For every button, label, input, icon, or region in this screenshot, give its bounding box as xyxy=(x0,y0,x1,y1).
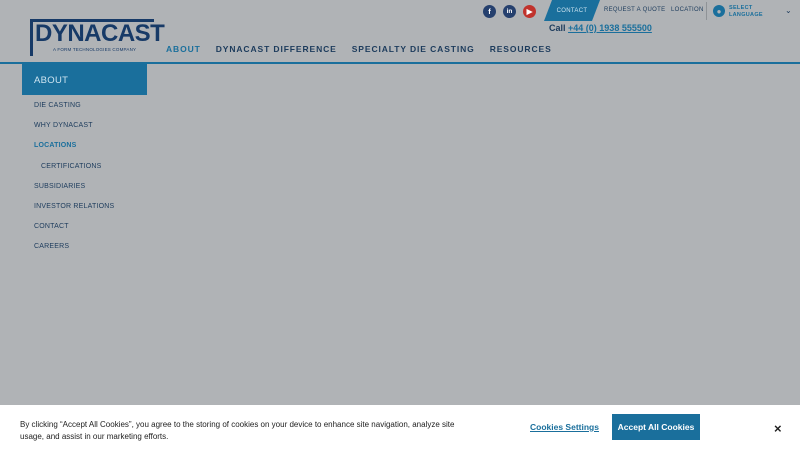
language-label: SELECT LANGUAGE xyxy=(729,5,763,18)
sidebar-item-locations[interactable]: LOCATIONS xyxy=(34,142,77,149)
nav-resources[interactable]: RESOURCES xyxy=(490,44,552,54)
dynacast-logo[interactable]: DYNACAST A FORM TECHNOLOGIES COMPANY xyxy=(30,19,165,57)
sidebar-item-contact[interactable]: CONTACT xyxy=(34,223,69,230)
cookie-banner: By clicking “Accept All Cookies”, you ag… xyxy=(0,405,800,450)
nav-dynacast-difference[interactable]: DYNACAST DIFFERENCE xyxy=(216,44,337,54)
location-link[interactable]: LOCATION xyxy=(671,7,704,13)
utility-divider xyxy=(706,2,707,20)
youtube-icon[interactable]: ▶ xyxy=(523,5,536,18)
cookie-message: By clicking “Accept All Cookies”, you ag… xyxy=(20,420,455,441)
call-line: Call +44 (0) 1938 555500 xyxy=(549,23,652,33)
request-quote-link[interactable]: REQUEST A QUOTE xyxy=(604,7,665,13)
site-header: DYNACAST A FORM TECHNOLOGIES COMPANY ABO… xyxy=(0,0,800,63)
language-selector[interactable]: ● SELECT LANGUAGE ⌄ xyxy=(713,5,797,19)
call-prefix: Call xyxy=(549,23,566,33)
contact-tab[interactable]: CONTACT xyxy=(544,0,600,21)
logo-wordmark: DYNACAST xyxy=(35,20,165,47)
sidebar-item-why-dynacast[interactable]: WHY DYNACAST xyxy=(34,122,93,129)
close-icon[interactable]: × xyxy=(774,421,782,436)
sidebar-item-subsidiaries[interactable]: SUBSIDIARIES xyxy=(34,183,85,190)
sidebar-item-die-casting[interactable]: DIE CASTING xyxy=(34,102,81,109)
logo-bracket-left xyxy=(30,19,33,56)
sidebar-item-investor-relations[interactable]: INVESTOR RELATIONS xyxy=(34,203,114,210)
sidebar-item-careers[interactable]: CAREERS xyxy=(34,243,69,250)
facebook-icon[interactable]: f xyxy=(483,5,496,18)
chevron-down-icon: ⌄ xyxy=(785,6,792,15)
logo-tagline: A FORM TECHNOLOGIES COMPANY xyxy=(53,47,137,52)
sidebar-item-certifications[interactable]: CERTIFICATIONS xyxy=(41,163,102,170)
phone-link[interactable]: +44 (0) 1938 555500 xyxy=(568,23,652,33)
linkedin-icon[interactable]: in xyxy=(503,5,516,18)
sidebar-heading[interactable]: ABOUT xyxy=(22,64,147,95)
nav-specialty-die-casting[interactable]: SPECIALTY DIE CASTING xyxy=(352,44,475,54)
accept-all-cookies-button[interactable]: Accept All Cookies xyxy=(612,414,700,440)
main-nav: ABOUT DYNACAST DIFFERENCE SPECIALTY DIE … xyxy=(166,44,552,54)
globe-icon: ● xyxy=(713,5,725,17)
nav-about[interactable]: ABOUT xyxy=(166,44,201,54)
cookies-settings-button[interactable]: Cookies Settings xyxy=(530,422,599,432)
